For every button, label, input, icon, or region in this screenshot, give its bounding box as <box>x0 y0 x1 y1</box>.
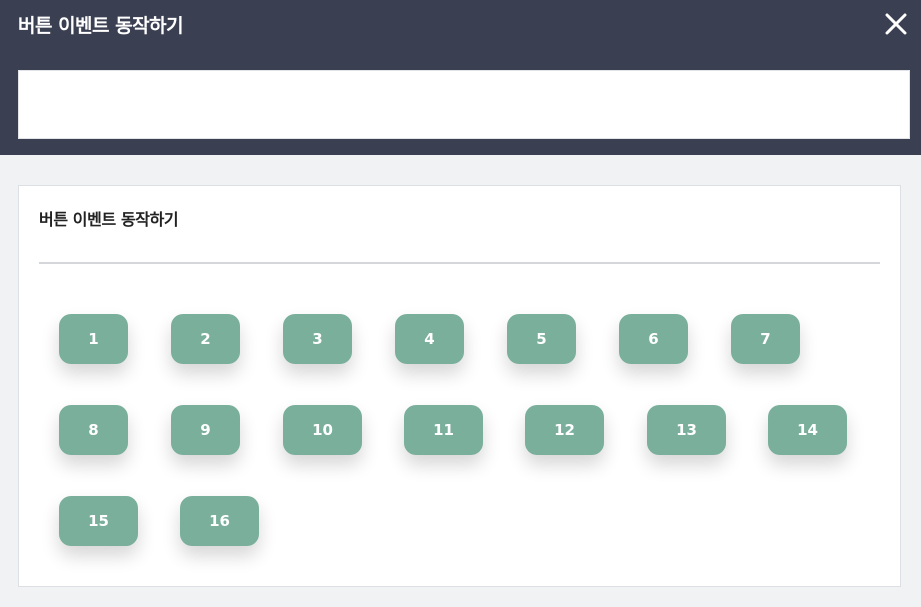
content-panel: 버튼 이벤트 동작하기 1 2 3 4 5 6 7 8 9 10 11 12 1… <box>18 185 901 587</box>
button-13[interactable]: 13 <box>647 405 726 455</box>
button-6[interactable]: 6 <box>619 314 688 364</box>
page-title: 버튼 이벤트 동작하기 <box>18 15 184 37</box>
button-15[interactable]: 15 <box>59 496 138 546</box>
button-7[interactable]: 7 <box>731 314 800 364</box>
button-14[interactable]: 14 <box>768 405 847 455</box>
button-4[interactable]: 4 <box>395 314 464 364</box>
close-button[interactable] <box>883 11 909 37</box>
button-1[interactable]: 1 <box>59 314 128 364</box>
panel-title: 버튼 이벤트 동작하기 <box>39 210 179 229</box>
button-10[interactable]: 10 <box>283 405 362 455</box>
button-3[interactable]: 3 <box>283 314 352 364</box>
close-icon <box>885 13 907 35</box>
button-8[interactable]: 8 <box>59 405 128 455</box>
button-5[interactable]: 5 <box>507 314 576 364</box>
divider <box>39 262 880 264</box>
header-bar: 버튼 이벤트 동작하기 <box>0 0 921 155</box>
button-16[interactable]: 16 <box>180 496 259 546</box>
button-2[interactable]: 2 <box>171 314 240 364</box>
button-11[interactable]: 11 <box>404 405 483 455</box>
header-input-area[interactable] <box>18 70 910 139</box>
button-12[interactable]: 12 <box>525 405 604 455</box>
button-9[interactable]: 9 <box>171 405 240 455</box>
